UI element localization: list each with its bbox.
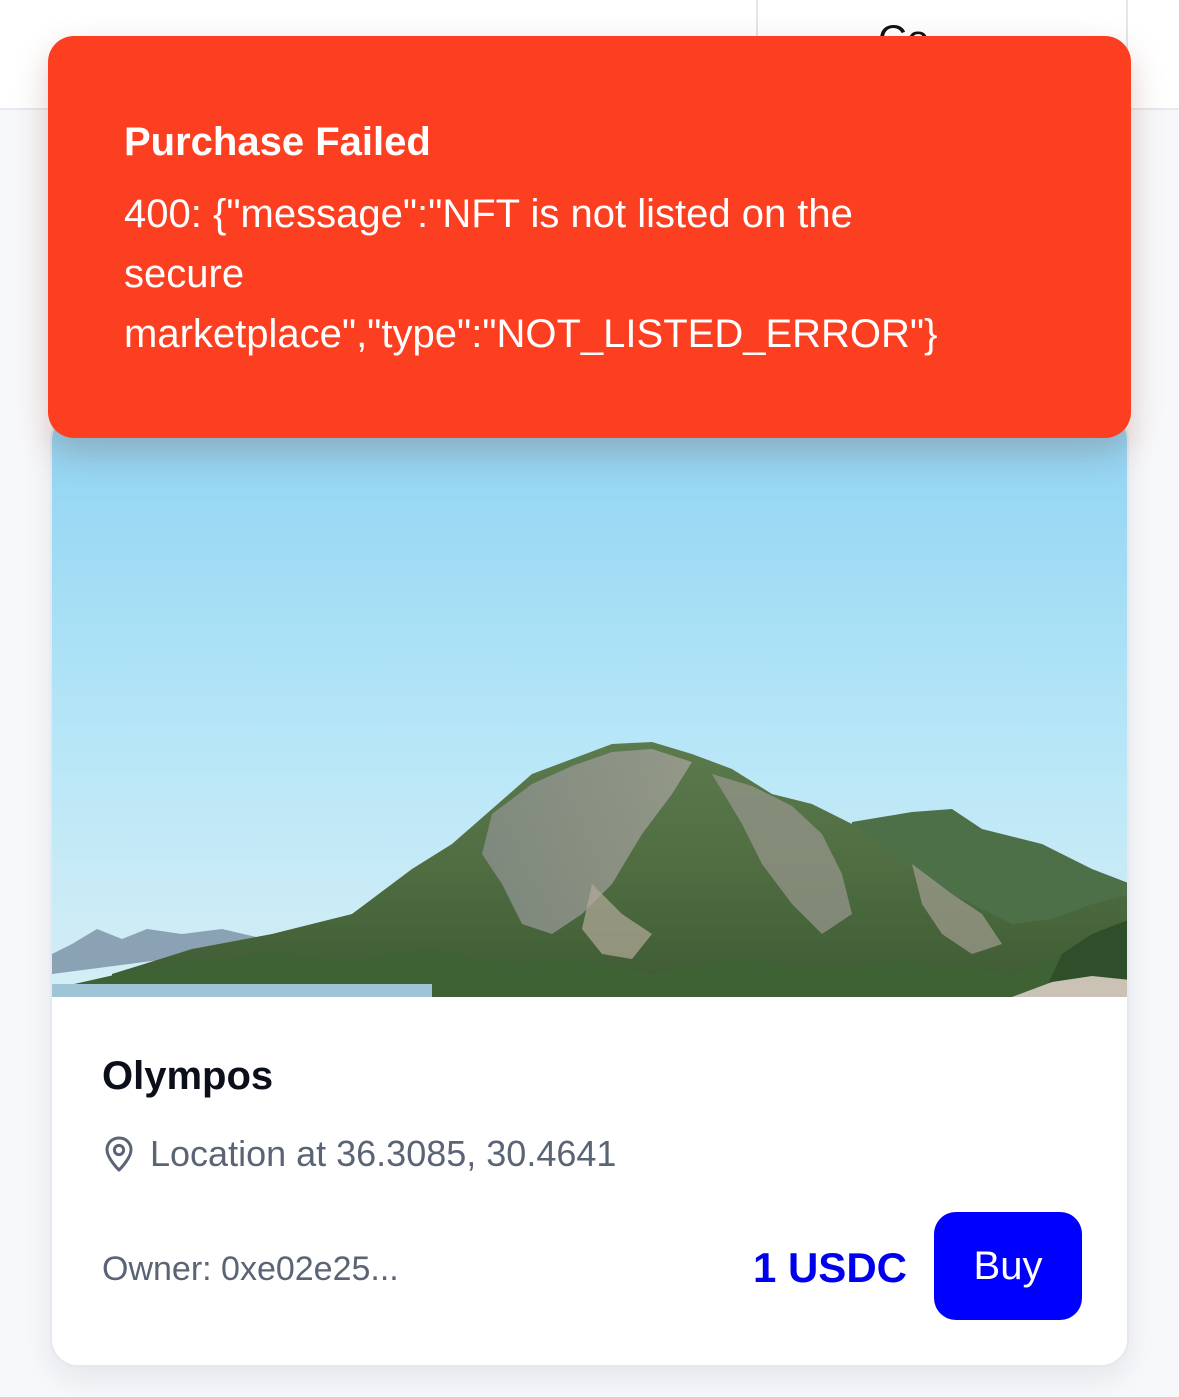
- toast-message-line: secure: [124, 252, 245, 296]
- error-toast: Purchase Failed 400: {"message":"NFT is …: [48, 36, 1131, 438]
- nft-card: Olympos Location at 36.3085, 30.4641 Own…: [50, 412, 1129, 1367]
- card-title: Olympos: [102, 1054, 274, 1098]
- toast-message-line: 400: {"message":"NFT is not listed on th…: [124, 192, 853, 236]
- toast-message: 400: {"message":"NFT is not listed on th…: [124, 184, 984, 364]
- location-text: Location at 36.3085, 30.4641: [150, 1133, 617, 1174]
- card-image: [52, 414, 1127, 997]
- toast-title: Purchase Failed: [124, 120, 431, 164]
- owner-address: Owner: 0xe02e25...: [102, 1250, 399, 1288]
- map-pin-icon: [105, 1136, 133, 1172]
- location-row: Location at 36.3085, 30.4641: [102, 1132, 616, 1176]
- toast-message-line: marketplace","type":"NOT_LISTED_ERROR"}: [124, 312, 938, 356]
- price-label: 1 USDC: [752, 1244, 907, 1291]
- buy-button[interactable]: Buy: [934, 1212, 1082, 1320]
